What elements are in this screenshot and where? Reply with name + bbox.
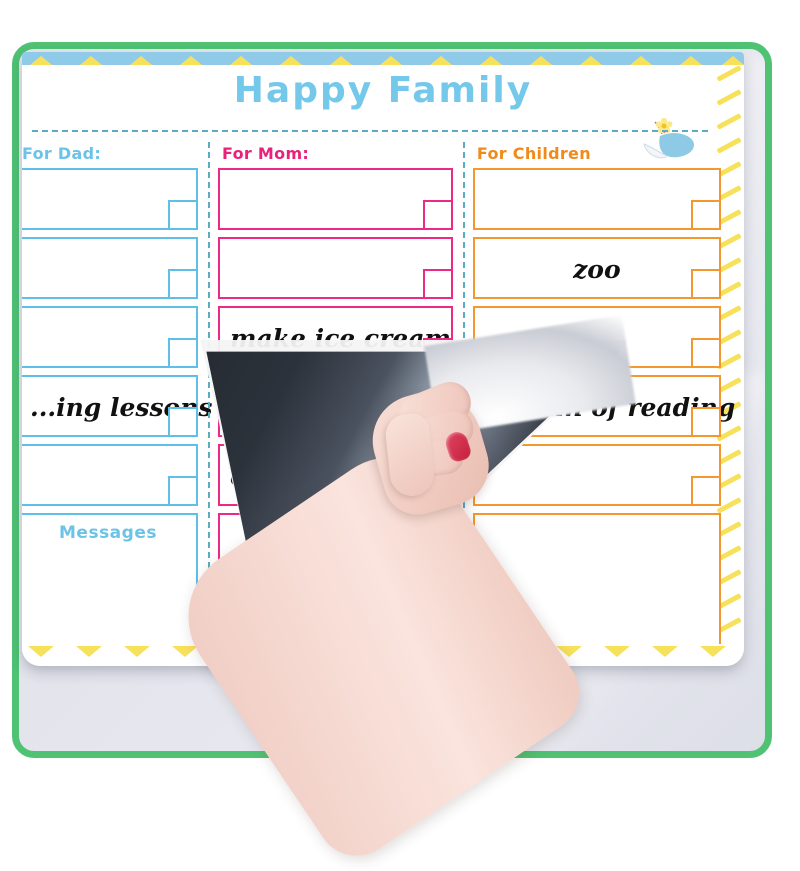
task-row[interactable] <box>22 306 198 368</box>
task-rows-children: zoo 30 min of reading <box>472 168 736 665</box>
task-checkbox[interactable] <box>422 338 453 368</box>
task-row[interactable] <box>22 237 198 299</box>
task-row[interactable] <box>218 375 453 437</box>
task-checkbox[interactable] <box>168 476 198 506</box>
family-planner-board: Happy Family For Dad: ...ing lessons Mes… <box>22 52 744 666</box>
task-checkbox[interactable] <box>168 338 198 368</box>
column-mom: For Mom: make ice cream outdoor movie Me… <box>208 140 465 665</box>
task-checkbox[interactable] <box>168 407 198 437</box>
bottom-decorative-band <box>22 644 744 666</box>
task-row[interactable]: ...ing lessons <box>22 375 212 437</box>
column-children: For Children zoo 30 min of reading <box>463 140 735 665</box>
task-row[interactable]: 30 min of reading <box>472 375 736 437</box>
task-row[interactable] <box>22 168 198 230</box>
board-title: Happy Family <box>233 70 533 111</box>
messages-heading: Messages <box>286 523 385 543</box>
column-heading-children: For Children <box>476 144 591 163</box>
task-row[interactable] <box>218 237 453 299</box>
task-row[interactable] <box>472 306 721 368</box>
column-dad: For Dad: ...ing lessons Messages <box>22 140 212 665</box>
messages-text: clean my room <box>240 583 431 610</box>
task-row[interactable] <box>218 168 453 230</box>
task-checkbox[interactable] <box>690 200 721 230</box>
task-checkbox[interactable] <box>690 338 721 368</box>
messages-box-children[interactable] <box>472 513 721 665</box>
task-rows-mom: make ice cream outdoor movie Messages cl… <box>218 168 453 665</box>
task-row[interactable]: make ice cream <box>218 306 453 368</box>
task-checkbox[interactable] <box>690 407 721 437</box>
task-checkbox[interactable] <box>422 200 453 230</box>
task-checkbox[interactable] <box>690 269 721 299</box>
task-row[interactable]: outdoor movie <box>218 444 453 506</box>
screenshot-root: Happy Family For Dad: ...ing lessons Mes… <box>0 0 800 871</box>
messages-box-mom[interactable]: Messages clean my room <box>218 513 453 665</box>
task-checkbox[interactable] <box>690 476 721 506</box>
task-row[interactable] <box>472 168 721 230</box>
task-rows-dad: ...ing lessons Messages <box>22 168 212 665</box>
task-checkbox[interactable] <box>168 269 198 299</box>
messages-box-dad[interactable]: Messages <box>22 513 198 665</box>
task-text: outdoor movie <box>230 462 433 491</box>
task-row[interactable]: zoo <box>472 237 721 299</box>
task-checkbox[interactable] <box>422 269 453 299</box>
messages-heading: Messages <box>59 523 157 543</box>
task-text: 30 min of reading <box>484 393 736 422</box>
task-row[interactable] <box>472 444 721 506</box>
column-heading-dad: For Dad: <box>22 144 102 163</box>
planner-columns: For Dad: ...ing lessons Messages For Mom… <box>22 140 735 665</box>
task-checkbox[interactable] <box>168 200 198 230</box>
task-checkbox[interactable] <box>422 476 453 506</box>
task-checkbox[interactable] <box>422 407 453 437</box>
task-row[interactable] <box>22 444 198 506</box>
task-text: zoo <box>573 255 621 284</box>
top-decorative-band <box>22 52 744 65</box>
column-heading-mom: For Mom: <box>222 144 310 163</box>
header-divider-dashed <box>32 130 708 132</box>
task-text: make ice cream <box>230 324 451 353</box>
